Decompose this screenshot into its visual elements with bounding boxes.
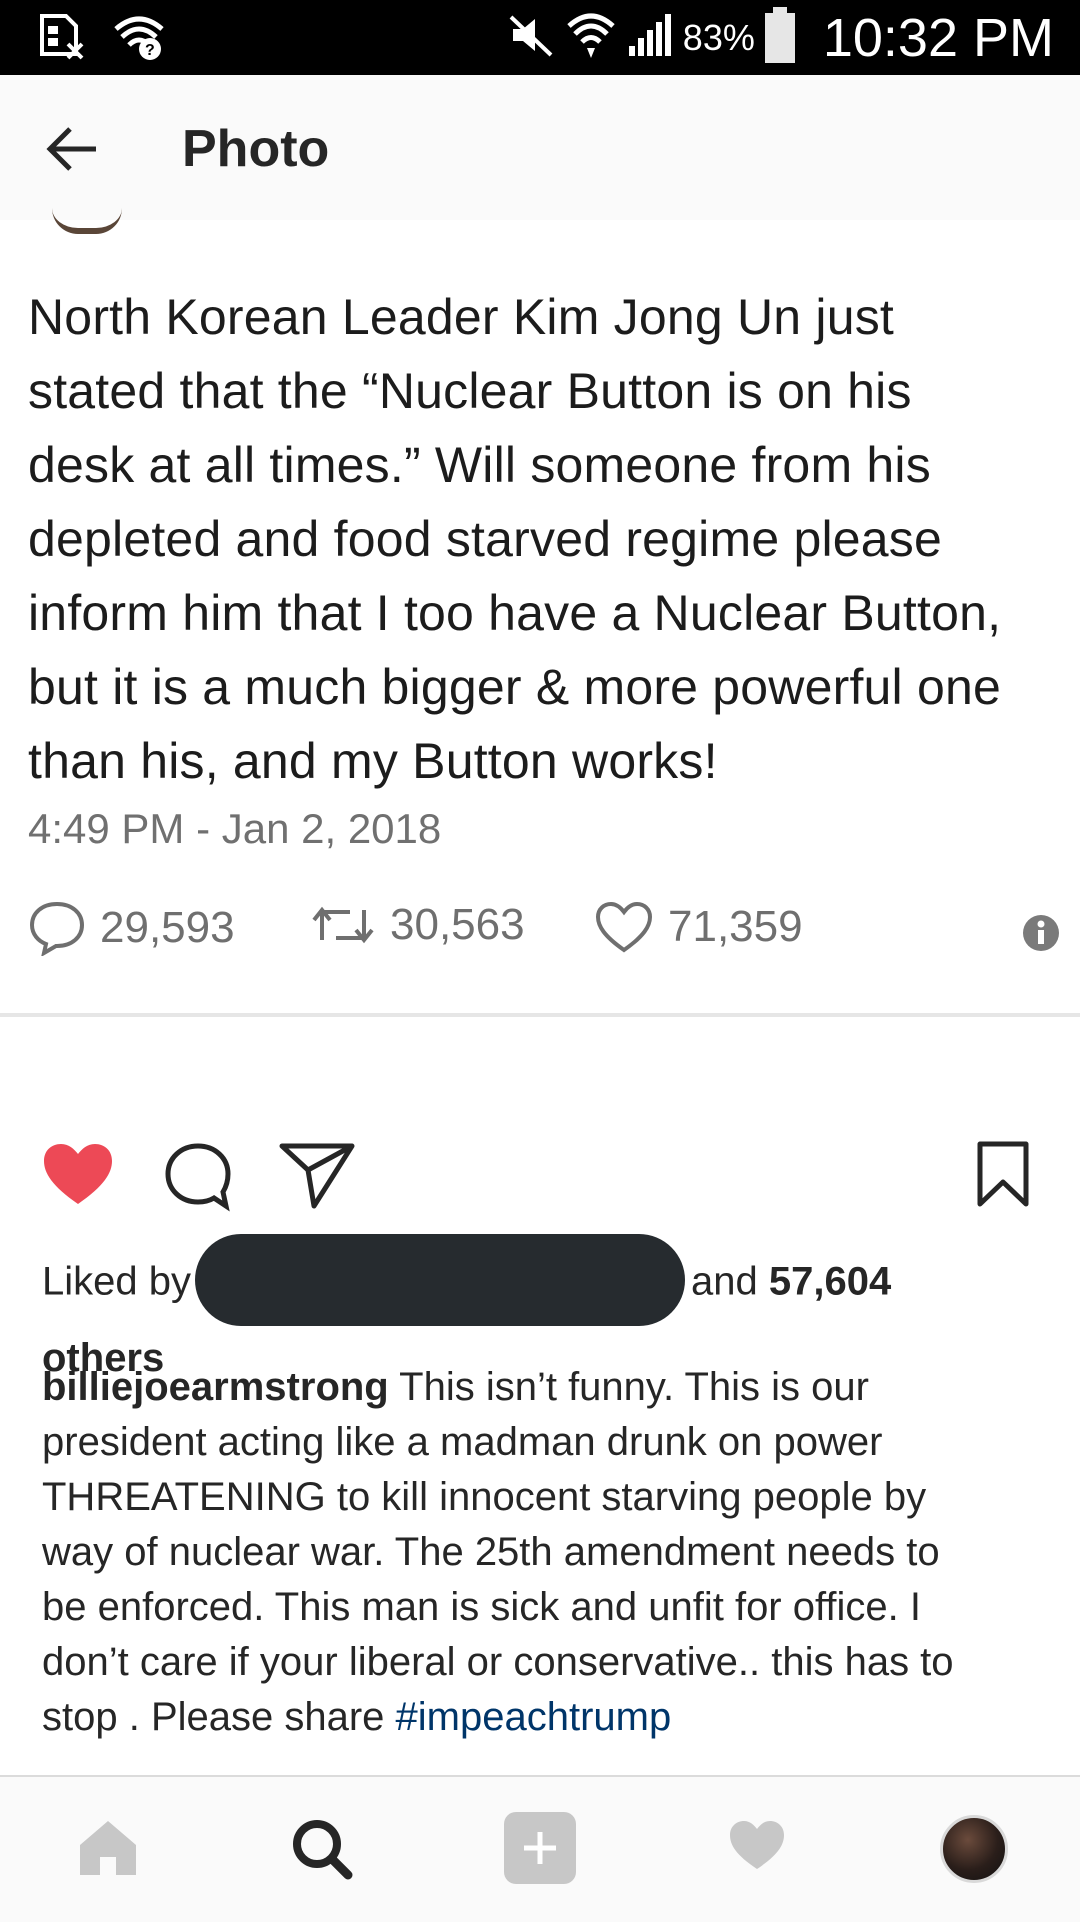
tweet-line: North Korean Leader Kim Jong Un just <box>28 289 894 345</box>
avatar <box>940 1815 1008 1883</box>
activity-heart-icon[interactable] <box>726 1817 788 1878</box>
liked-by-prefix: Liked by <box>42 1259 191 1304</box>
divider <box>0 1013 1080 1017</box>
mute-icon <box>507 11 555 64</box>
post-image-tweet[interactable]: North Korean Leader Kim Jong Un just sta… <box>0 220 1080 1017</box>
redacted-username <box>194 1234 685 1326</box>
comment-icon[interactable] <box>162 1140 234 1217</box>
bottom-nav <box>0 1775 1080 1922</box>
retweet-count: 30,563 <box>390 900 525 949</box>
caption-username[interactable]: billiejoearmstrong <box>42 1365 389 1409</box>
reply-count: 29,593 <box>100 903 235 952</box>
back-arrow-icon[interactable] <box>42 119 102 179</box>
tweet-retweets: 30,563 <box>310 900 525 950</box>
caption-line: billiejoearmstrong This isn’t funny. Thi… <box>42 1360 1042 1415</box>
reply-icon <box>28 900 86 956</box>
profile-avatar[interactable] <box>940 1815 1008 1883</box>
tweet-stats: 29,593 30,563 71,359 <box>28 900 1068 970</box>
tweet-replies: 29,593 <box>28 900 235 956</box>
caption-line: THREATENING to kill innocent starving pe… <box>42 1475 927 1519</box>
bookmark-icon[interactable] <box>976 1140 1030 1213</box>
hashtag-link[interactable]: #impeachtrump <box>396 1695 672 1739</box>
tweet-text: North Korean Leader Kim Jong Un just sta… <box>28 280 1068 798</box>
signal-icon <box>627 12 673 63</box>
sim-off-icon <box>38 12 86 67</box>
wifi-question-icon: ? <box>112 13 166 66</box>
clock: 10:32 PM <box>822 7 1054 68</box>
caption-text: stop . Please share <box>42 1695 396 1739</box>
like-count: 71,359 <box>668 902 803 951</box>
caption-line: be enforced. This man is sick and unfit … <box>42 1585 921 1629</box>
retweet-icon <box>310 900 376 950</box>
svg-text:?: ? <box>145 42 155 59</box>
heart-outline-icon <box>594 900 654 954</box>
tweet-timestamp: 4:49 PM - Jan 2, 2018 <box>28 805 442 852</box>
wifi-icon <box>565 10 617 65</box>
info-icon <box>1022 914 1060 952</box>
tweet-line: inform him that I too have a Nuclear But… <box>28 585 1002 641</box>
battery-icon <box>764 6 795 63</box>
tweet-line: than his, and my Button works! <box>28 733 718 789</box>
caption-line: stop . Please share #impeachtrump <box>42 1690 1042 1745</box>
caption-line: don’t care if your liberal or conservati… <box>42 1640 954 1684</box>
tweet-line: stated that the “Nuclear Button is on hi… <box>28 363 912 419</box>
status-bar: ? 83% 10:32 PM <box>0 0 1080 75</box>
app-bar: Photo <box>0 75 1080 222</box>
tweet-avatar-edge <box>52 208 122 234</box>
page-title: Photo <box>182 120 330 178</box>
battery-percent: 83% <box>682 16 755 58</box>
status-right-icons: 83% 10:32 PM <box>507 0 1054 75</box>
tweet-line: depleted and food starved regime please <box>28 511 942 567</box>
share-icon[interactable] <box>278 1140 356 1217</box>
caption-line: way of nuclear war. The 25th amendment n… <box>42 1530 940 1574</box>
heart-icon[interactable] <box>40 1140 116 1213</box>
search-icon[interactable] <box>290 1817 354 1886</box>
caption-line: president acting like a madman drunk on … <box>42 1420 883 1464</box>
liked-count: 57,604 <box>768 1259 892 1304</box>
liked-and: and <box>690 1259 758 1304</box>
tweet-line: but it is a much bigger & more powerful … <box>28 659 1001 715</box>
post-actions <box>0 1130 1080 1220</box>
post-caption: billiejoearmstrong This isn’t funny. Thi… <box>42 1360 1042 1745</box>
status-left-icons: ? <box>38 12 166 67</box>
add-icon[interactable] <box>504 1812 576 1889</box>
home-icon[interactable] <box>76 1817 140 1882</box>
tweet-likes: 71,359 <box>594 900 803 954</box>
caption-text: This isn’t funny. This is our <box>388 1365 869 1409</box>
tweet-line: desk at all times.” Will someone from hi… <box>28 437 931 493</box>
